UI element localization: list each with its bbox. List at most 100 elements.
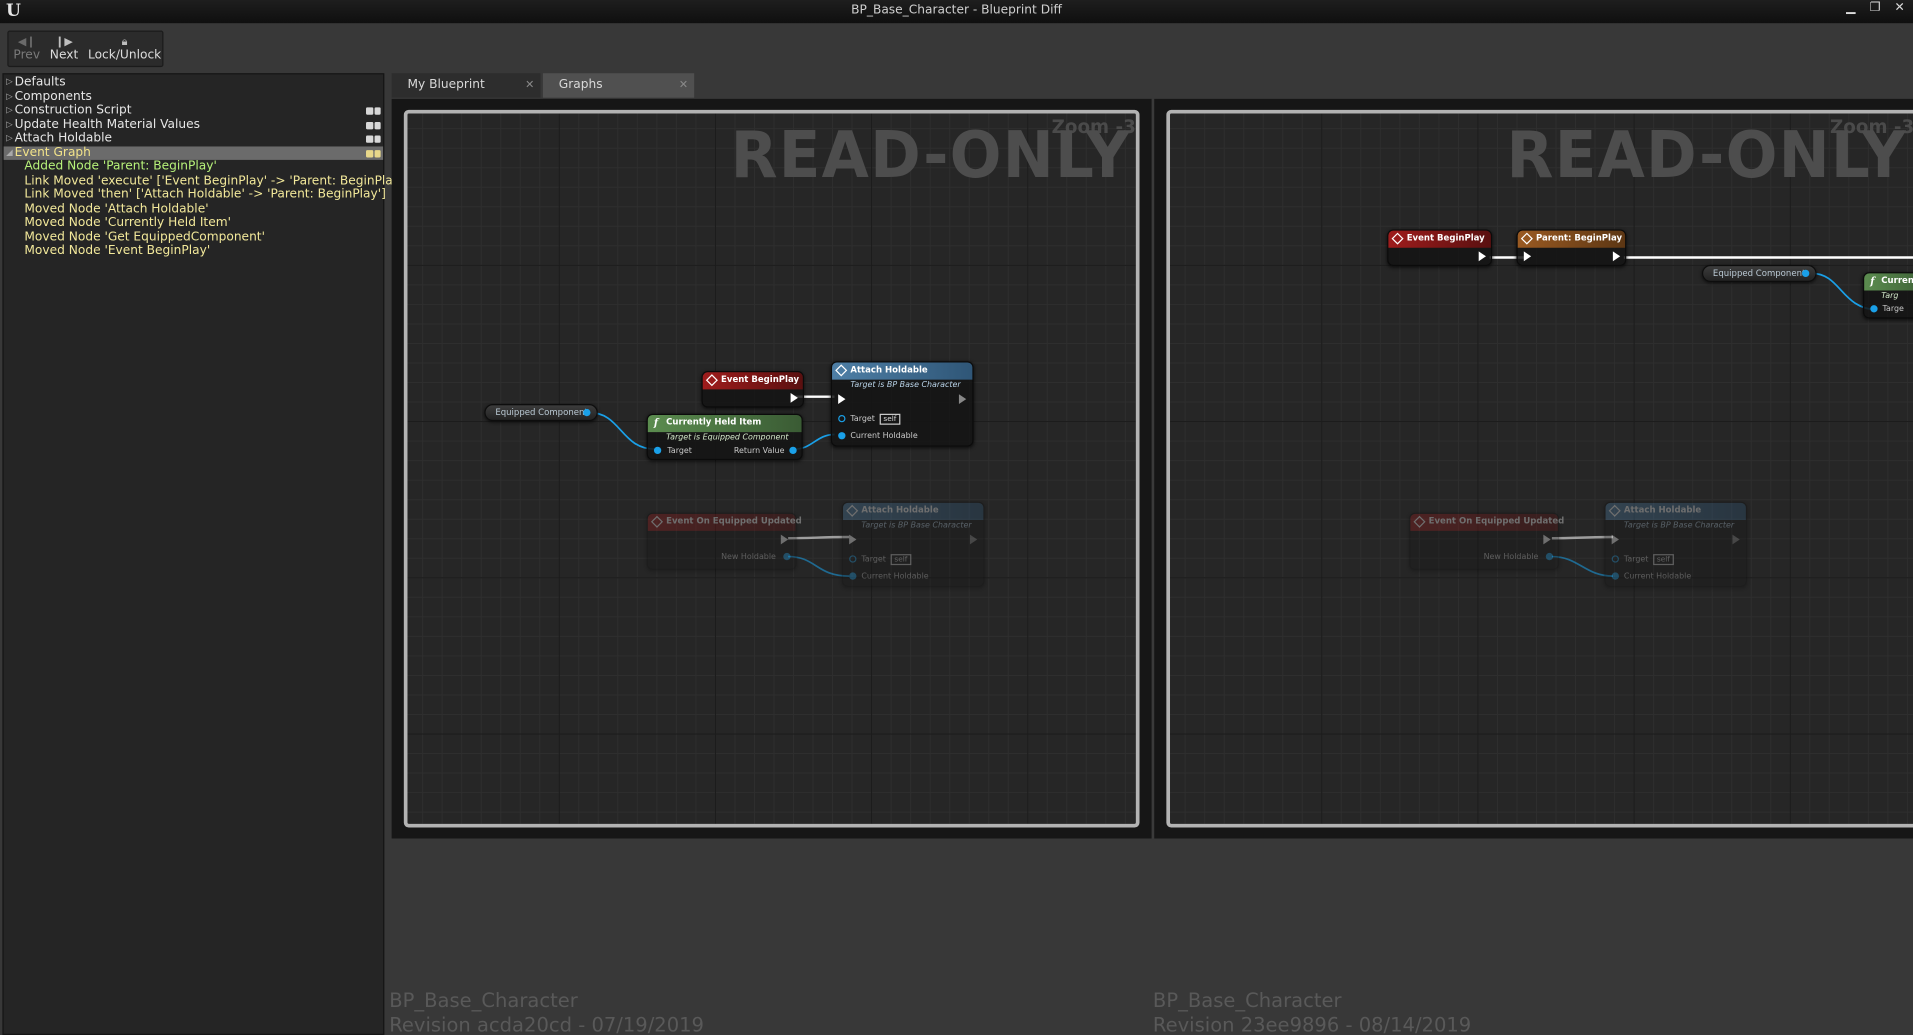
- tree-item-attach-holdable[interactable]: ▷ Attach Holdable: [4, 132, 383, 146]
- currently-held-item-node-partial[interactable]: f Current Targ Targe: [1862, 272, 1913, 319]
- new-holdable-pin[interactable]: [1545, 552, 1554, 561]
- output-pin[interactable]: [1801, 269, 1810, 278]
- lock-label: Lock/Unlock: [87, 48, 162, 62]
- exec-out-pin[interactable]: [958, 394, 967, 404]
- current-holdable-label: Current Holdable: [861, 571, 929, 581]
- tab-graphs[interactable]: Graphs ✕: [542, 73, 695, 98]
- exec-in-pin[interactable]: [1611, 534, 1619, 545]
- new-holdable-pin[interactable]: [783, 552, 791, 561]
- exec-wire: [788, 535, 850, 540]
- wire-layer: [589, 395, 850, 577]
- change-item[interactable]: Moved Node 'Get EquippedComponent': [4, 230, 383, 244]
- target-pin[interactable]: [849, 555, 857, 563]
- pin-label: Target: [861, 554, 886, 564]
- return-value-pin[interactable]: [789, 446, 797, 455]
- parent-beginplay-node[interactable]: Parent: BeginPlay: [1516, 229, 1627, 267]
- exec-in-pin[interactable]: [849, 534, 857, 545]
- output-pin[interactable]: [583, 408, 591, 417]
- target-pin[interactable]: [1870, 305, 1878, 313]
- node-title: Parent: BeginPlay: [1536, 233, 1623, 243]
- exec-out-pin[interactable]: [1612, 251, 1621, 262]
- tree-item-label: Defaults: [14, 75, 66, 90]
- target-pin[interactable]: [653, 446, 662, 455]
- change-item[interactable]: Moved Node 'Currently Held Item': [4, 216, 383, 230]
- tree-item-label: Event Graph: [14, 145, 91, 160]
- event-diamond-icon: [650, 515, 664, 528]
- change-item[interactable]: Link Moved 'then' ['Attach Holdable' -> …: [4, 188, 385, 202]
- old-blueprint-name: BP_Base_Character: [389, 988, 578, 1012]
- exec-out-pin[interactable]: [969, 534, 978, 545]
- tree-item-components[interactable]: ▷ Components: [4, 90, 383, 104]
- node-title: Current: [1881, 275, 1913, 286]
- exec-in-pin[interactable]: [1523, 251, 1532, 262]
- node-subtitle: Target is BP Base Character: [850, 379, 961, 390]
- exec-out-pin[interactable]: [1478, 251, 1486, 262]
- attach-holdable-node[interactable]: Attach Holdable Target is BP Base Charac…: [830, 361, 974, 447]
- expand-arrow-icon[interactable]: ▷: [6, 76, 13, 90]
- diff-badge-icon: [366, 121, 381, 129]
- node-subtitle: Target is Equipped Component: [666, 432, 789, 442]
- node-title: Attach Holdable: [850, 364, 928, 375]
- collapse-arrow-icon[interactable]: ◢: [6, 146, 13, 160]
- blueprint-diff-window: U BP_Base_Character - Blueprint Diff ▁ ❐…: [0, 0, 1913, 1035]
- exec-out-pin[interactable]: [790, 393, 798, 403]
- differences-tree: ▷ Defaults ▷ Components ▷ Construction S…: [2, 73, 408, 1035]
- expand-arrow-icon[interactable]: ▷: [6, 118, 13, 132]
- node-header: Attach Holdable: [1605, 502, 1746, 520]
- exec-out-pin[interactable]: [1543, 534, 1551, 545]
- next-button[interactable]: ❙▶ Next: [45, 32, 83, 66]
- old-revision-graph[interactable]: Zoom -3 READ-ONLY Event BeginPlay Attach…: [403, 109, 1140, 828]
- graph-splitter[interactable]: [1151, 98, 1155, 839]
- equipped-component-getter[interactable]: Equipped Component: [484, 403, 598, 422]
- node-title: Event BeginPlay: [721, 374, 800, 385]
- lock-unlock-button[interactable]: 🔒︎ Lock/Unlock: [83, 32, 166, 66]
- function-diamond-icon: [846, 504, 859, 517]
- tree-item-construction-script[interactable]: ▷ Construction Script: [4, 104, 383, 118]
- event-on-equipped-updated-node[interactable]: Event On Equipped Updated New Holdable: [1409, 512, 1564, 570]
- attach-holdable-node-ghost[interactable]: Attach Holdable Target is BP Base Charac…: [1604, 501, 1748, 588]
- change-item[interactable]: Moved Node 'Attach Holdable': [4, 202, 383, 216]
- target-pin[interactable]: [1611, 555, 1619, 563]
- currently-held-item-node[interactable]: f Currently Held Item Target is Equipped …: [646, 413, 803, 461]
- minimize-icon[interactable]: ▁: [1842, 0, 1859, 17]
- prev-button[interactable]: ◀❙ Prev: [9, 32, 45, 66]
- current-holdable-pin[interactable]: [849, 572, 857, 580]
- node-subtitle: Targ: [1881, 290, 1899, 301]
- variable-label: Equipped Component: [1712, 268, 1806, 279]
- pin-label: Target: [1623, 554, 1649, 564]
- change-item[interactable]: Link Moved 'execute' ['Event BeginPlay' …: [4, 174, 408, 188]
- event-diamond-icon: [1391, 232, 1404, 245]
- tree-item-event-graph[interactable]: ◢ Event Graph: [3, 145, 384, 160]
- close-tab-icon[interactable]: ✕: [525, 73, 534, 97]
- equipped-component-getter[interactable]: Equipped Component: [1701, 264, 1817, 282]
- close-tab-icon[interactable]: ✕: [679, 73, 688, 97]
- restore-icon[interactable]: ❐: [1867, 0, 1884, 17]
- event-beginplay-node[interactable]: Event BeginPlay: [1387, 229, 1493, 267]
- change-item[interactable]: Moved Node 'Event BeginPlay': [4, 244, 383, 258]
- exec-out-pin[interactable]: [1732, 534, 1740, 545]
- exec-out-pin[interactable]: [780, 534, 789, 545]
- expand-arrow-icon[interactable]: ▷: [6, 132, 13, 146]
- new-revision-graph[interactable]: Zoom -3 READ-ONLY Event BeginPlay Parent…: [1166, 109, 1913, 828]
- object-wire: [788, 555, 850, 577]
- current-holdable-pin[interactable]: [1611, 572, 1619, 580]
- tab-my-blueprint[interactable]: My Blueprint ✕: [391, 73, 541, 98]
- change-item[interactable]: Added Node 'Parent: BeginPlay': [4, 160, 383, 174]
- prev-arrow-icon: ◀❙: [17, 36, 36, 49]
- target-pin-label: Target: [667, 445, 692, 456]
- exec-in-pin[interactable]: [838, 394, 846, 404]
- attach-holdable-node-ghost[interactable]: Attach Holdable Target is BP Base Charac…: [841, 501, 985, 588]
- expand-arrow-icon[interactable]: ▷: [6, 104, 13, 118]
- current-holdable-pin[interactable]: [838, 432, 846, 440]
- close-icon[interactable]: ✕: [1891, 0, 1908, 17]
- node-subtitle: Target is BP Base Character: [1623, 519, 1735, 530]
- expand-arrow-icon[interactable]: ▷: [6, 90, 13, 104]
- event-beginplay-node[interactable]: Event BeginPlay: [701, 371, 804, 408]
- node-title: Event On Equipped Updated: [1428, 516, 1565, 527]
- tree-item-update-health-material-values[interactable]: ▷ Update Health Material Values: [4, 118, 383, 132]
- event-diamond-icon: [705, 374, 718, 387]
- event-on-equipped-updated-node[interactable]: Event On Equipped Updated New Holdable: [646, 512, 802, 570]
- node-header: Event BeginPlay: [702, 372, 803, 390]
- tree-item-defaults[interactable]: ▷ Defaults: [4, 76, 383, 90]
- target-pin[interactable]: [838, 414, 846, 423]
